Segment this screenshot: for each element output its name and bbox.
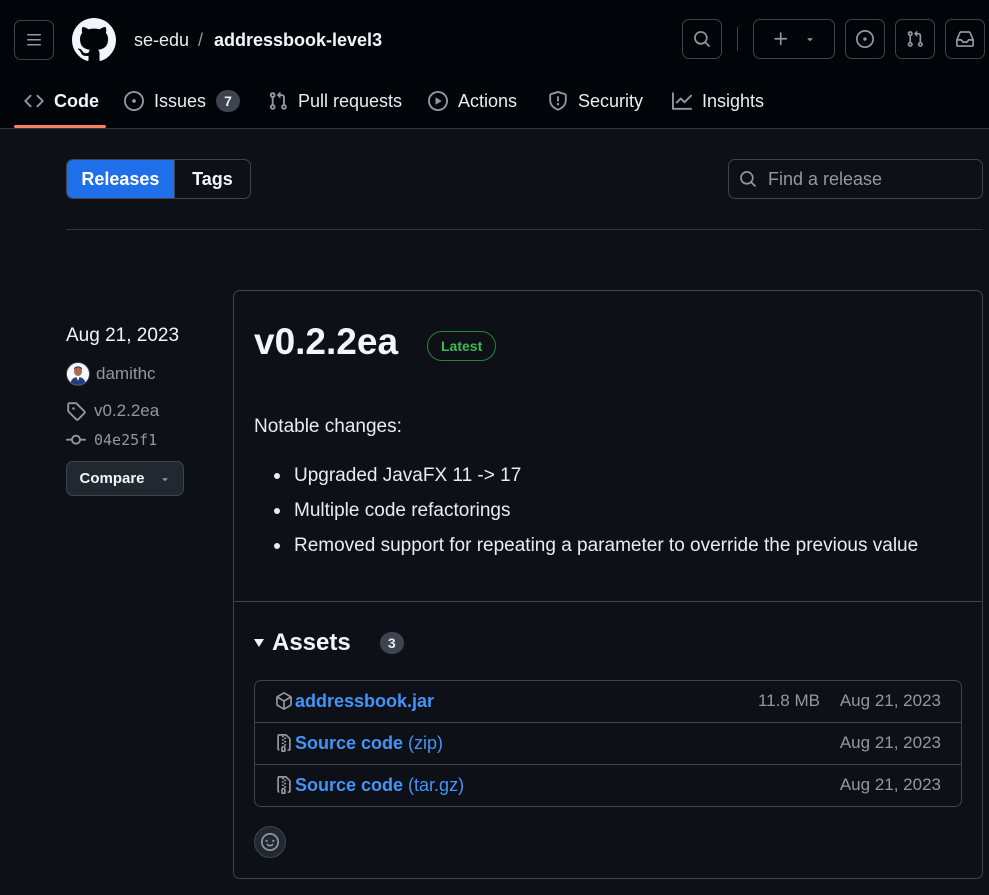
release-commit[interactable]: 04e25f1 (66, 430, 157, 450)
app-header: se-edu / addressbook-level3 Code Issues … (0, 0, 989, 129)
tab-pull-requests-label: Pull requests (298, 90, 403, 111)
compare-label: Compare (79, 470, 145, 487)
asset-suffix: (tar.gz) (403, 775, 465, 795)
tab-issues-label: Issues (154, 90, 207, 111)
tab-insights-label: Insights (702, 90, 765, 111)
repo-owner-link[interactable]: se-edu (134, 29, 189, 51)
find-release-field[interactable] (728, 159, 983, 199)
code-icon (24, 94, 44, 108)
github-logo-icon[interactable] (72, 18, 116, 62)
user-avatar-icon (67, 363, 89, 385)
section-divider (66, 229, 983, 230)
graph-icon (672, 92, 692, 110)
triangle-down-icon (254, 639, 264, 647)
play-icon (428, 91, 448, 111)
tab-code-label: Code (54, 90, 99, 111)
plus-icon (774, 32, 788, 46)
git-commit-icon (66, 434, 86, 445)
asset-date: Aug 21, 2023 (839, 733, 941, 752)
issues-counter: 7 (216, 90, 241, 112)
tab-issues[interactable]: Issues 7 (124, 84, 241, 118)
tab-actions[interactable]: Actions (428, 84, 517, 118)
breadcrumb-separator: / (198, 30, 204, 50)
inbox-button[interactable] (945, 19, 985, 59)
tab-insights[interactable]: Insights (672, 84, 764, 118)
hamburger-icon (27, 34, 41, 46)
issues-button[interactable] (845, 19, 885, 59)
list-item: Upgraded JavaFX 11 -> 17 (274, 464, 918, 499)
menu-button[interactable] (14, 20, 54, 60)
asset-link[interactable]: addressbook.jar (295, 691, 434, 712)
release-notes-heading: Notable changes: (254, 416, 402, 437)
asset-suffix: (zip) (403, 733, 444, 753)
tab-pull-requests[interactable]: Pull requests (268, 84, 402, 118)
tab-security[interactable]: Security (548, 84, 643, 118)
author-name: damithc (96, 364, 156, 383)
create-new-button[interactable] (753, 19, 835, 59)
asset-size: 11.8 MB (757, 691, 820, 710)
tag-icon (67, 402, 86, 421)
release-date: Aug 21, 2023 (66, 325, 180, 346)
file-zip-icon (277, 776, 291, 794)
tag-name: v0.2.2ea (94, 401, 160, 420)
asset-name: Source code (295, 733, 404, 753)
commit-sha: 04e25f1 (94, 431, 158, 449)
assets-list: addressbook.jar 11.8 MB Aug 21, 2023 Sou… (254, 680, 962, 807)
release-card: v0.2.2ea Latest Notable changes: Upgrade… (233, 290, 983, 879)
find-release-input[interactable] (768, 168, 968, 190)
tags-button[interactable]: Tags (173, 160, 250, 198)
triangle-down-icon (807, 38, 813, 42)
issue-opened-icon (124, 91, 144, 111)
tab-actions-label: Actions (458, 90, 518, 111)
asset-name: addressbook.jar (295, 691, 435, 711)
asset-name: Source code (295, 775, 404, 795)
release-tag[interactable]: v0.2.2ea (66, 401, 159, 421)
asset-date: Aug 21, 2023 (839, 775, 941, 794)
git-pull-request-icon (269, 91, 287, 110)
asset-row: addressbook.jar 11.8 MB Aug 21, 2023 (255, 681, 961, 722)
asset-row: Source code (tar.gz) Aug 21, 2023 (255, 764, 961, 806)
search-button[interactable] (682, 19, 722, 59)
assets-counter: 3 (379, 632, 404, 654)
file-zip-icon (277, 734, 291, 752)
pull-requests-button[interactable] (895, 19, 935, 59)
package-icon (276, 692, 292, 710)
header-divider (737, 27, 738, 51)
list-item: Multiple code refactorings (274, 499, 918, 534)
compare-button[interactable]: Compare (66, 461, 184, 496)
repo-name-link[interactable]: addressbook-level3 (214, 29, 382, 51)
tab-code[interactable]: Code (24, 84, 99, 118)
release-author[interactable]: damithc (66, 362, 156, 386)
inbox-icon (956, 31, 974, 47)
smiley-icon (261, 833, 279, 851)
releases-button[interactable]: Releases (67, 160, 174, 198)
shield-icon (549, 91, 567, 111)
search-icon (740, 171, 756, 187)
asset-row: Source code (zip) Aug 21, 2023 (255, 722, 961, 764)
git-pull-request-icon (907, 30, 923, 47)
assets-heading: Assets (272, 629, 351, 656)
releases-tags-switch: Releases Tags (66, 159, 251, 199)
avatar (66, 362, 90, 386)
tab-security-label: Security (578, 90, 644, 111)
add-reaction-button[interactable] (254, 826, 286, 858)
assets-toggle[interactable]: Assets 3 (254, 629, 404, 657)
triangle-down-icon (161, 477, 168, 481)
asset-date: Aug 21, 2023 (839, 691, 941, 710)
release-title[interactable]: v0.2.2ea (254, 321, 398, 363)
issue-opened-icon (856, 30, 874, 48)
search-icon (694, 31, 710, 47)
list-item: Removed support for repeating a paramete… (274, 534, 918, 569)
asset-link[interactable]: Source code (tar.gz) (295, 775, 464, 796)
latest-badge: Latest (427, 331, 497, 361)
asset-link[interactable]: Source code (zip) (295, 733, 443, 754)
active-tab-indicator (14, 125, 106, 128)
card-divider (234, 601, 982, 602)
release-notes-list: Upgraded JavaFX 11 -> 17 Multiple code r… (274, 464, 918, 569)
